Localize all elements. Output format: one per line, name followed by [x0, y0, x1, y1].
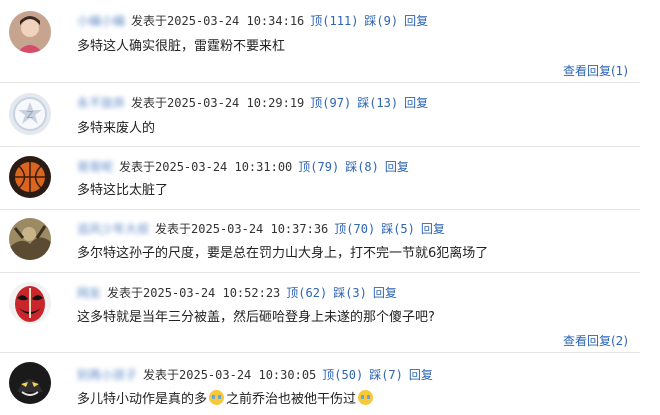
- comment-meta: 永不放弃 发表于2025-03-24 10:29:19 顶(97) 踩(13) 回复: [77, 94, 428, 112]
- crying-face-icon: [358, 390, 374, 405]
- reply-link[interactable]: 回复: [373, 286, 397, 300]
- upvote-link[interactable]: 顶(79): [298, 160, 339, 174]
- comment-meta: 哥哥呢 发表于2025-03-24 10:31:00 顶(79) 踩(8) 回复: [77, 158, 409, 176]
- post-time: 发表于2025-03-24 10:30:05: [143, 368, 317, 382]
- username[interactable]: 追风少年大叔: [77, 220, 149, 238]
- downvote-link[interactable]: 踩(7): [369, 368, 403, 382]
- downvote-link[interactable]: 踩(3): [333, 286, 367, 300]
- comment-meta: 网友 发表于2025-03-24 10:52:23 顶(62) 踩(3) 回复: [77, 284, 397, 302]
- comment-text: 多特来废人的: [77, 121, 156, 136]
- comment-meta: 小编小编 发表于2025-03-24 10:34:16 顶(111) 踩(9) 回复: [77, 12, 428, 30]
- comment-text: 多特这比太脏了: [77, 183, 169, 198]
- reply-link[interactable]: 回复: [404, 14, 428, 28]
- svg-text:Z: Z: [27, 110, 34, 121]
- upvote-link[interactable]: 顶(70): [334, 222, 375, 236]
- downvote-link[interactable]: 踩(8): [345, 160, 379, 174]
- upvote-link[interactable]: 顶(97): [310, 96, 351, 110]
- comment-text: 这多特就是当年三分被盖，然后砸哈登身上未遂的那个傻子吧?: [77, 310, 435, 325]
- post-time: 发表于2025-03-24 10:31:00: [119, 160, 293, 174]
- username[interactable]: 哥哥呢: [77, 158, 113, 176]
- post-time: 发表于2025-03-24 10:52:23: [107, 286, 281, 300]
- reply-link[interactable]: 回复: [421, 222, 445, 236]
- post-time: 发表于2025-03-24 10:29:19: [131, 96, 305, 110]
- downvote-link[interactable]: 踩(13): [357, 96, 398, 110]
- comment-text-part: 多儿特小动作是真的多: [77, 392, 208, 407]
- crying-face-icon: [209, 390, 225, 405]
- divider: [0, 272, 640, 273]
- avatar[interactable]: [9, 156, 51, 198]
- reply-link[interactable]: 回复: [404, 96, 428, 110]
- divider: [0, 146, 640, 147]
- comment-text: 多尔特这孙子的尺度，要是总在罚力山大身上，打不完一节就6犯离场了: [77, 246, 489, 261]
- downvote-link[interactable]: 踩(9): [364, 14, 398, 28]
- username[interactable]: 别再小孩子: [77, 366, 137, 384]
- divider: [0, 209, 640, 210]
- username[interactable]: 小编小编: [77, 12, 125, 30]
- post-time: 发表于2025-03-24 10:34:16: [131, 14, 305, 28]
- divider: [0, 352, 640, 353]
- reply-link[interactable]: 回复: [409, 368, 433, 382]
- upvote-link[interactable]: 顶(62): [286, 286, 327, 300]
- comment-text: 多特这人确实很脏，雷霆粉不要来杠: [77, 39, 286, 54]
- downvote-link[interactable]: 踩(5): [381, 222, 415, 236]
- view-replies-link[interactable]: 查看回复(1): [563, 62, 628, 79]
- avatar[interactable]: [9, 362, 51, 404]
- username[interactable]: 网友: [77, 284, 101, 302]
- upvote-link[interactable]: 顶(50): [322, 368, 363, 382]
- view-replies-link[interactable]: 查看回复(2): [563, 332, 628, 349]
- upvote-link[interactable]: 顶(111): [310, 14, 358, 28]
- reply-link[interactable]: 回复: [385, 160, 409, 174]
- avatar[interactable]: [9, 11, 51, 53]
- divider: [0, 82, 640, 83]
- comment-meta: 别再小孩子 发表于2025-03-24 10:30:05 顶(50) 踩(7) 回复: [77, 366, 433, 384]
- avatar[interactable]: [9, 282, 51, 324]
- comment-text: 多儿特小动作是真的多 之前乔治也被他干伤过: [77, 390, 375, 410]
- post-time: 发表于2025-03-24 10:37:36: [155, 222, 329, 236]
- avatar[interactable]: Z: [9, 93, 51, 135]
- avatar[interactable]: [9, 218, 51, 260]
- username[interactable]: 永不放弃: [77, 94, 125, 112]
- comment-meta: 追风少年大叔 发表于2025-03-24 10:37:36 顶(70) 踩(5) 回复: [77, 220, 445, 238]
- comment-text-part: 之前乔治也被他干伤过: [226, 392, 357, 407]
- comment-list: 小编小编 发表于2025-03-24 10:34:16 顶(111) 踩(9) 回复 多…: [0, 0, 660, 415]
